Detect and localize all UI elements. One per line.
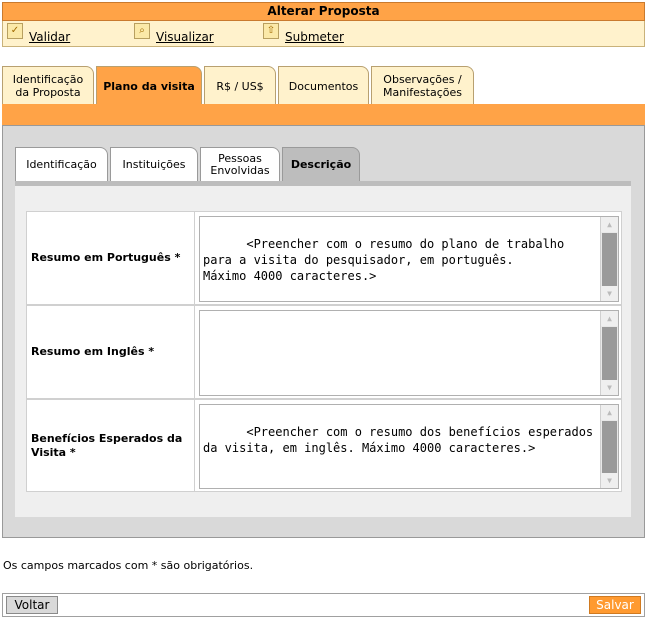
subtab-identificacao[interactable]: Identificação xyxy=(15,147,108,181)
subtab-label-line2: Envolvidas xyxy=(210,163,270,177)
page-title: Alterar Proposta xyxy=(2,2,645,21)
tab-plano-da-visita[interactable]: Plano da visita xyxy=(96,66,202,106)
scroll-up-arrow-icon[interactable]: ▲ xyxy=(601,217,618,232)
salvar-button[interactable]: Salvar xyxy=(589,596,641,614)
tab-label-line2: da Proposta xyxy=(15,86,81,99)
scrollbar[interactable]: ▲ ▼ xyxy=(600,405,618,488)
tab-identificacao-proposta[interactable]: Identificação da Proposta xyxy=(2,66,94,105)
submeter-button[interactable]: ⇧ Submeter xyxy=(263,23,344,45)
tab-observacoes[interactable]: Observações / Manifestações xyxy=(371,66,474,105)
resumo-pt-label: Resumo em Português * xyxy=(27,212,195,304)
submeter-label[interactable]: Submeter xyxy=(285,30,344,44)
form-row-resumo-pt: Resumo em Português * <Preencher com o r… xyxy=(26,211,622,305)
validar-label[interactable]: Validar xyxy=(29,30,70,44)
footer-bar: Voltar Salvar xyxy=(2,593,645,617)
subtab-descricao[interactable]: Descrição xyxy=(282,147,360,181)
scrollbar[interactable]: ▲ ▼ xyxy=(600,311,618,395)
tab-label: Plano da visita xyxy=(103,80,195,93)
resumo-en-textarea[interactable]: ▲ ▼ xyxy=(199,310,619,396)
tab-label: R$ / US$ xyxy=(216,79,264,93)
submit-icon: ⇧ xyxy=(263,23,279,39)
resumo-pt-text: <Preencher com o resumo do plano de trab… xyxy=(203,237,565,283)
scroll-down-arrow-icon[interactable]: ▼ xyxy=(601,286,618,301)
visualizar-button[interactable]: ⌕ Visualizar xyxy=(134,23,214,45)
subtab-label: Identificação xyxy=(26,157,97,171)
form-row-resumo-en: Resumo em Inglês * ▲ ▼ xyxy=(26,305,622,399)
scroll-up-arrow-icon[interactable]: ▲ xyxy=(601,405,618,420)
tab-label-line1: Identificação xyxy=(12,73,84,86)
main-tabs-bar xyxy=(2,104,645,125)
main-tabs: Identificação da Proposta Plano da visita… xyxy=(2,66,645,106)
check-icon: ✓ xyxy=(7,23,23,39)
scroll-down-arrow-icon[interactable]: ▼ xyxy=(601,473,618,488)
magnifier-icon: ⌕ xyxy=(134,23,150,39)
subtab-label: Instituições xyxy=(122,157,186,171)
tab-label-line1: Observações / xyxy=(383,73,462,86)
tab-moeda[interactable]: R$ / US$ xyxy=(204,66,276,105)
validar-button[interactable]: ✓ Validar xyxy=(7,23,70,45)
scroll-down-arrow-icon[interactable]: ▼ xyxy=(601,380,618,395)
resumo-pt-textarea[interactable]: <Preencher com o resumo do plano de trab… xyxy=(199,216,619,302)
required-fields-note: Os campos marcados com * são obrigatório… xyxy=(3,559,254,572)
scrollbar-thumb[interactable] xyxy=(602,233,617,287)
beneficios-label: Benefícios Esperados da Visita * xyxy=(27,400,195,491)
visualizar-label[interactable]: Visualizar xyxy=(156,30,214,44)
tab-label-line2: Manifestações xyxy=(383,86,462,99)
scrollbar-thumb[interactable] xyxy=(602,327,617,381)
tab-documentos[interactable]: Documentos xyxy=(278,66,369,105)
beneficios-textarea[interactable]: <Preencher com o resumo dos benefícios e… xyxy=(199,404,619,489)
toolbar: ✓ Validar ⌕ Visualizar ⇧ Submeter xyxy=(2,21,645,47)
beneficios-text: <Preencher com o resumo dos benefícios e… xyxy=(203,425,594,455)
scroll-up-arrow-icon[interactable]: ▲ xyxy=(601,311,618,326)
voltar-button[interactable]: Voltar xyxy=(6,596,58,614)
tab-label: Documentos xyxy=(288,79,359,93)
resumo-en-label: Resumo em Inglês * xyxy=(27,306,195,398)
subtab-label: Descrição xyxy=(290,157,352,171)
scrollbar[interactable]: ▲ ▼ xyxy=(600,217,618,301)
subtab-pessoas-envolvidas[interactable]: Pessoas Envolvidas xyxy=(200,147,280,181)
scrollbar-thumb[interactable] xyxy=(602,421,617,474)
subtab-instituicoes[interactable]: Instituições xyxy=(110,147,198,181)
form-row-beneficios: Benefícios Esperados da Visita * <Preenc… xyxy=(26,399,622,492)
